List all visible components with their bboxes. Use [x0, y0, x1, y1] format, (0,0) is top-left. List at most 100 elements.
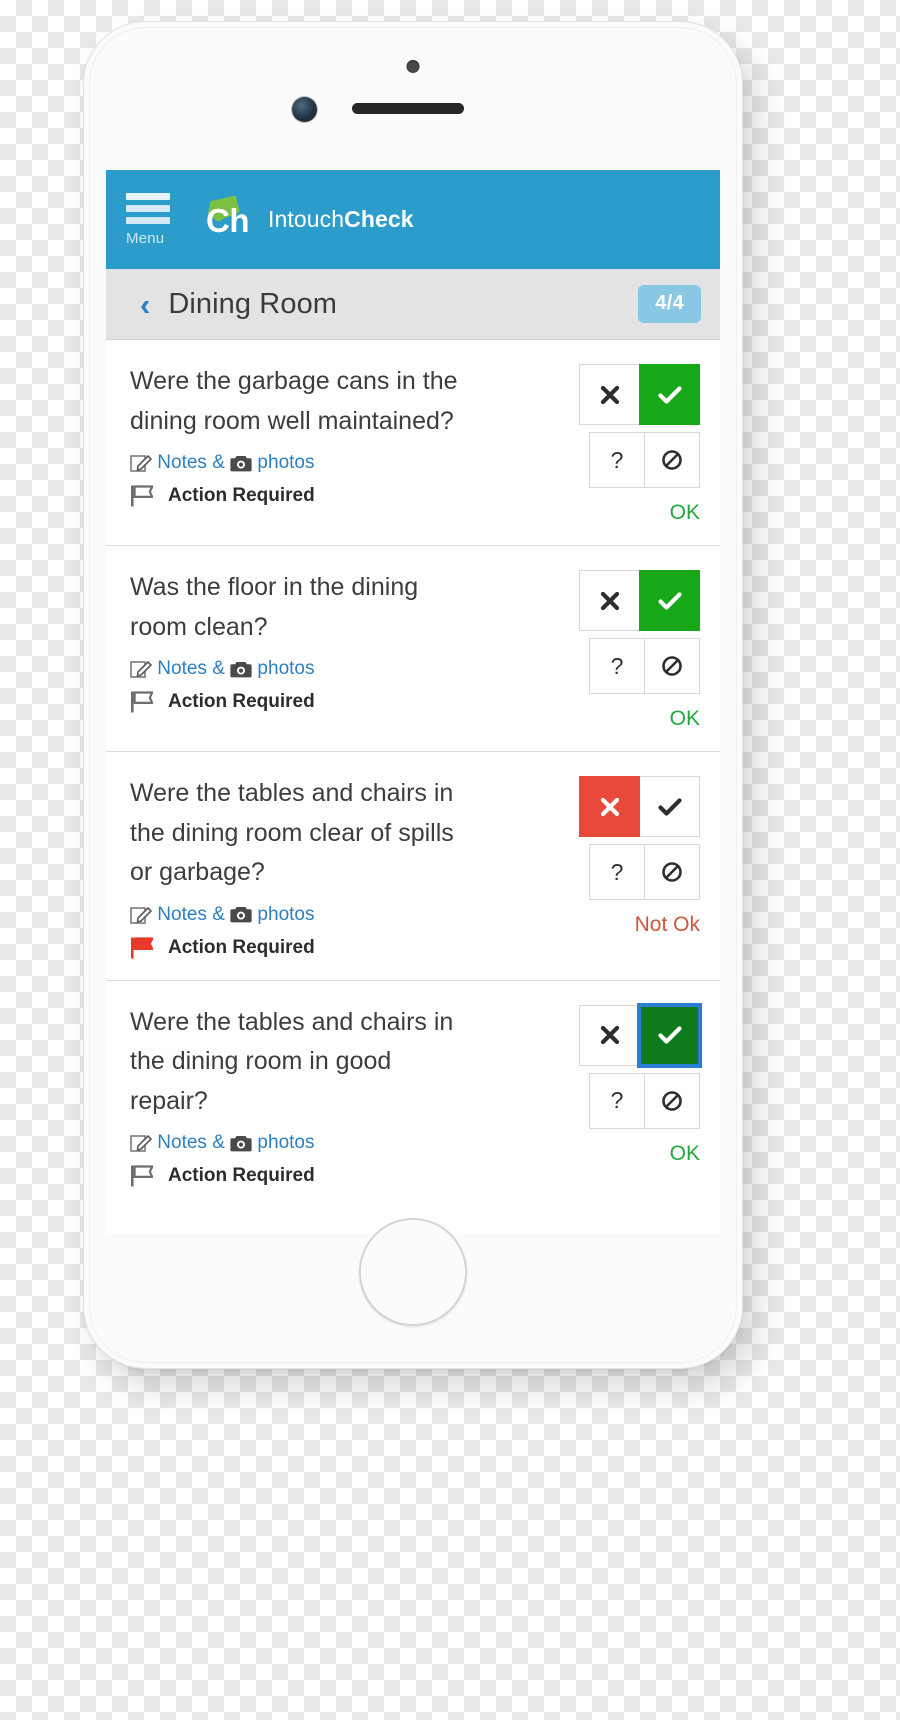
question-card: Were the tables and chairs in the dining…	[106, 752, 720, 981]
notes-link[interactable]: Notes &	[152, 658, 230, 680]
answer-no-button[interactable]	[579, 1004, 640, 1066]
answer-na-button[interactable]	[644, 844, 700, 900]
menu-label: Menu	[126, 229, 165, 247]
action-required-label: Action Required	[168, 1165, 315, 1186]
answer-unknown-button[interactable]: ?	[589, 432, 645, 488]
hamburger-icon	[126, 192, 170, 229]
answer-yes-button[interactable]	[639, 570, 700, 631]
intouchcheck-logo-icon: Ch	[204, 195, 256, 244]
app-header: Menu Ch IntouchCheck	[106, 170, 720, 269]
phone-screen: Menu Ch IntouchCheck ‹ Dining Room 4/4 W…	[106, 170, 720, 1234]
notes-photos-row[interactable]: Notes & photos	[130, 1132, 566, 1154]
flag-icon	[130, 484, 158, 508]
answer-button-group: ? OK	[574, 568, 700, 731]
check-icon	[657, 591, 682, 610]
chevron-left-icon[interactable]: ‹	[140, 289, 150, 320]
note-edit-icon	[130, 905, 152, 925]
photos-link[interactable]: photos	[252, 1132, 314, 1154]
answer-status-label: OK	[669, 501, 700, 524]
answer-no-button[interactable]	[579, 776, 640, 837]
home-button[interactable]	[359, 1218, 467, 1326]
notes-link[interactable]: Notes &	[152, 1132, 230, 1154]
answer-yes-button[interactable]	[639, 776, 700, 837]
note-edit-icon	[130, 1133, 152, 1153]
flag-icon	[130, 690, 158, 714]
answer-unknown-button[interactable]: ?	[589, 638, 645, 694]
brand-prefix: Intouch	[268, 206, 345, 232]
question-body: Were the tables and chairs in the dining…	[130, 774, 574, 960]
answer-row-primary	[579, 1002, 702, 1068]
answer-status-label: Not Ok	[634, 913, 700, 936]
answer-no-button[interactable]	[579, 570, 640, 631]
answer-unknown-button[interactable]: ?	[589, 1072, 645, 1129]
not-applicable-icon	[662, 450, 682, 470]
answer-row-secondary: ?	[589, 844, 700, 900]
answer-button-group: ? Not Ok	[574, 774, 700, 960]
phone-mockup: Menu Ch IntouchCheck ‹ Dining Room 4/4 W…	[84, 22, 742, 1368]
section-header: ‹ Dining Room 4/4	[106, 269, 720, 340]
cross-icon	[600, 1025, 619, 1045]
question-card: Were the tables and chairs in the dining…	[106, 981, 720, 1209]
answer-unknown-button[interactable]: ?	[589, 844, 645, 900]
question-text: Were the tables and chairs in the dining…	[130, 779, 454, 886]
not-applicable-icon	[662, 1090, 682, 1111]
photos-link[interactable]: photos	[252, 658, 314, 680]
question-body: Was the floor in the dining room clean? …	[130, 568, 574, 731]
question-list: Were the garbage cans in the dining room…	[106, 340, 720, 1208]
notes-photos-row[interactable]: Notes & photos	[130, 452, 566, 474]
not-applicable-icon	[662, 862, 682, 882]
question-card: Were the garbage cans in the dining room…	[106, 340, 720, 546]
answer-na-button[interactable]	[644, 638, 700, 694]
note-edit-icon	[130, 659, 152, 679]
question-text: Were the garbage cans in the dining room…	[130, 367, 458, 435]
answer-row-primary	[579, 364, 700, 425]
logo-ch-text: Ch	[206, 201, 250, 239]
action-required-label: Action Required	[168, 485, 315, 506]
brand-logo: Ch IntouchCheck	[204, 195, 414, 244]
answer-yes-button[interactable]	[639, 364, 700, 425]
answer-row-secondary: ?	[589, 1072, 700, 1129]
front-camera-icon	[292, 97, 317, 122]
photos-link[interactable]: photos	[252, 904, 314, 926]
answer-button-group: ? OK	[574, 1002, 702, 1189]
action-required-row[interactable]: Action Required	[130, 484, 566, 508]
action-required-row[interactable]: Action Required	[130, 1164, 566, 1188]
flag-icon	[130, 1164, 158, 1188]
menu-button[interactable]: Menu	[126, 192, 182, 247]
proximity-sensor-icon	[406, 60, 420, 73]
note-edit-icon	[130, 453, 152, 473]
question-body: Were the tables and chairs in the dining…	[130, 1003, 574, 1189]
check-icon	[657, 1026, 682, 1044]
check-icon	[657, 385, 682, 404]
action-required-label: Action Required	[168, 936, 315, 958]
answer-no-button[interactable]	[579, 364, 640, 425]
question-text: Were the tables and chairs in the dining…	[130, 1007, 454, 1115]
camera-icon	[230, 905, 252, 924]
answer-row-primary	[579, 776, 700, 837]
answer-status-label: OK	[669, 707, 700, 730]
question-card: Was the floor in the dining room clean? …	[106, 546, 720, 752]
action-required-label: Action Required	[168, 691, 315, 712]
camera-icon	[230, 660, 252, 679]
question-text: Was the floor in the dining room clean?	[130, 573, 419, 641]
check-icon	[657, 797, 682, 816]
answer-row-secondary: ?	[589, 638, 700, 694]
action-required-row[interactable]: Action Required	[130, 690, 566, 714]
answer-button-group: ? OK	[574, 362, 700, 525]
notes-link[interactable]: Notes &	[152, 904, 230, 926]
earpiece-speaker	[352, 103, 464, 114]
cross-icon	[600, 385, 619, 404]
cross-icon	[600, 797, 619, 816]
notes-photos-row[interactable]: Notes & photos	[130, 904, 566, 926]
answer-na-button[interactable]	[644, 1072, 700, 1129]
answer-na-button[interactable]	[644, 432, 700, 488]
answer-yes-button[interactable]	[637, 1002, 702, 1068]
action-required-row[interactable]: Action Required	[130, 936, 566, 960]
notes-link[interactable]: Notes &	[152, 452, 230, 474]
photos-link[interactable]: photos	[252, 452, 314, 474]
answer-row-primary	[579, 570, 700, 631]
question-body: Were the garbage cans in the dining room…	[130, 362, 574, 525]
notes-photos-row[interactable]: Notes & photos	[130, 658, 566, 680]
answer-status-label: OK	[669, 1141, 700, 1165]
not-applicable-icon	[662, 656, 682, 676]
